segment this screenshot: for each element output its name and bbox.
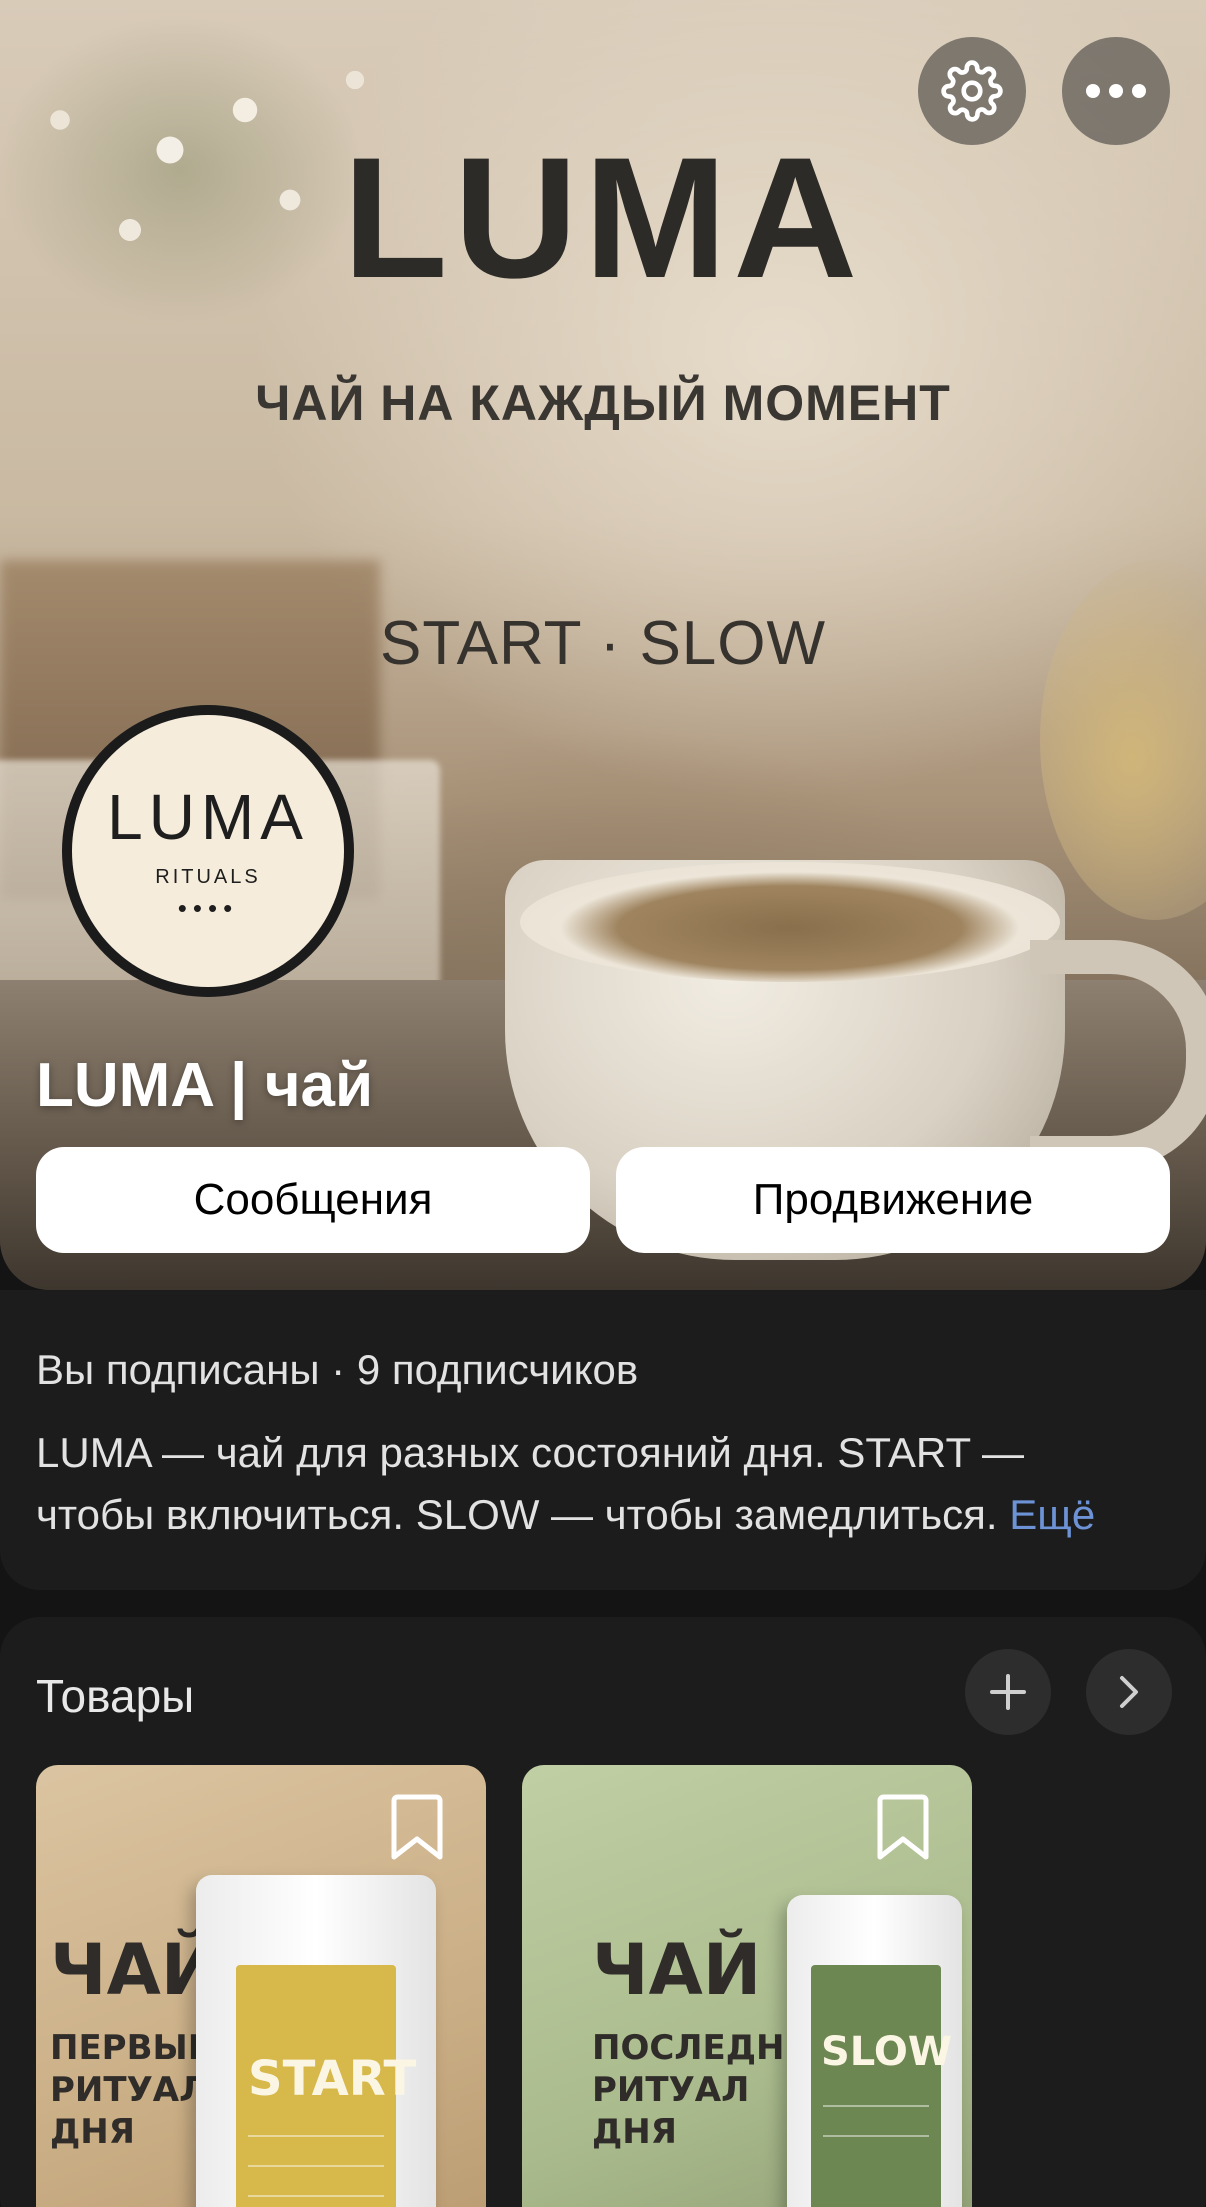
add-product-button[interactable] — [965, 1649, 1051, 1735]
avatar-dots: •••• — [177, 892, 239, 923]
product-card-heading: ЧАЙ — [592, 1929, 762, 2011]
product-card-subtitle-line: ДНЯ — [50, 2112, 135, 2152]
tea-pouch-name: START — [248, 2051, 417, 2107]
cover-tagline: ЧАЙ НА КАЖДЫЙ МОМЕНТ — [255, 375, 951, 431]
cover-cup-rim — [520, 862, 1060, 982]
product-card-start[interactable]: ЧАЙ ПЕРВЫЙ РИТУАЛ ДНЯ START — [36, 1765, 486, 2207]
tea-pouch-divider — [248, 2195, 384, 2197]
description-line-1: LUMA — чай для разных состояний дня. STA… — [36, 1429, 1025, 1476]
community-name: LUMA | чай — [36, 1051, 374, 1120]
tea-pouch-divider — [823, 2135, 929, 2137]
tea-pouch: SLOW — [787, 1895, 962, 2207]
subscription-status[interactable]: Вы подписаны · 9 подписчиков — [36, 1346, 638, 1394]
settings-button[interactable] — [918, 37, 1026, 145]
plus-icon — [990, 1674, 1026, 1710]
product-card-heading: ЧАЙ — [50, 1929, 220, 2011]
avatar-logo-badge: LUMA RITUALS •••• — [72, 715, 344, 987]
product-card-subtitle-line: ПЕРВЫЙ — [50, 2028, 217, 2068]
product-card-subtitle-line: РИТУАЛ — [50, 2070, 208, 2110]
cover-cup-handle — [1030, 940, 1206, 1170]
more-horizontal-icon — [1086, 84, 1146, 98]
description-line-2-text: чтобы включиться. SLOW — чтобы замедлить… — [36, 1491, 1010, 1538]
more-button[interactable] — [1062, 37, 1170, 145]
show-more-link[interactable]: Ещё — [1009, 1491, 1095, 1538]
tea-pouch-label: SLOW — [811, 1965, 952, 2207]
chevron-right-icon — [1120, 1676, 1138, 1708]
all-products-button[interactable] — [1086, 1649, 1172, 1735]
product-card-slow[interactable]: ЧАЙ ПОСЛЕДНИЙ РИТУАЛ ДНЯ SLOW — [522, 1765, 972, 2207]
messages-button[interactable]: Сообщения — [36, 1147, 590, 1253]
avatar-logo-text: LUMA — [107, 780, 309, 853]
bookmark-icon[interactable] — [872, 1793, 934, 1863]
products-title[interactable]: Товары — [36, 1669, 194, 1723]
avatar[interactable]: LUMA RITUALS •••• — [62, 705, 354, 997]
tea-pouch-name: SLOW — [821, 2029, 952, 2075]
community-page: LUMA ЧАЙ НА КАЖДЫЙ МОМЕНТ START · SLOW L… — [0, 0, 1206, 2207]
cover-image: LUMA ЧАЙ НА КАЖДЫЙ МОМЕНТ START · SLOW L… — [0, 0, 1206, 1290]
avatar-subtitle: RITUALS — [155, 865, 261, 888]
tea-pouch-divider — [248, 2165, 384, 2167]
product-card-subtitle: ПЕРВЫЙ РИТУАЛ ДНЯ — [50, 2027, 216, 2153]
tea-pouch: START — [196, 1875, 436, 2207]
tea-pouch-divider — [248, 2135, 384, 2137]
description-line-2: чтобы включиться. SLOW — чтобы замедлить… — [36, 1484, 1156, 1546]
community-info: Вы подписаны · 9 подписчиков LUMA — чай … — [0, 1290, 1206, 1590]
cover-product-lines: START · SLOW — [379, 609, 827, 678]
tea-pouch-label: START — [236, 1965, 416, 2207]
tea-pouch-divider — [823, 2105, 929, 2107]
products-section: Товары ЧАЙ ПЕРВЫЙ РИТУАЛ ДНЯ START ЧАЙ П… — [0, 1617, 1206, 2207]
gear-icon — [941, 60, 1003, 122]
bookmark-icon[interactable] — [386, 1793, 448, 1863]
promotion-button[interactable]: Продвижение — [616, 1147, 1170, 1253]
community-description: LUMA — чай для разных состояний дня. STA… — [36, 1422, 1156, 1546]
cover-brand-title: LUMA — [342, 122, 864, 314]
